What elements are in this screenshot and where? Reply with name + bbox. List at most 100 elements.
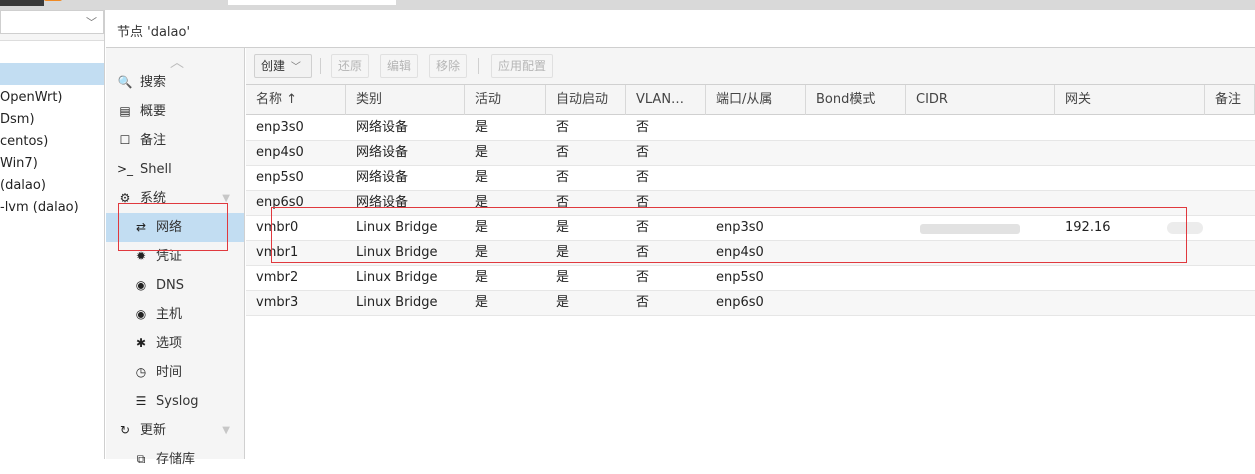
column-header[interactable]: Bond模式 xyxy=(806,85,906,115)
table-cell xyxy=(1205,266,1255,291)
table-cell: enp3s0 xyxy=(716,220,764,235)
table-cell: 是 xyxy=(475,220,489,235)
network-grid: 名称 ↑ 类别 活动 自动启动 VLAN… 端口/从属 Bond模式 CIDR 网关 备注 enp… xyxy=(246,85,1255,459)
table-cell xyxy=(906,166,1055,191)
nav-item[interactable]: ◉ 主机 xyxy=(106,300,244,329)
column-header[interactable]: 端口/从属 xyxy=(706,85,806,115)
table-cell xyxy=(806,166,906,191)
grid-header: 名称 ↑ 类别 活动 自动启动 VLAN… 端口/从属 Bond模式 CIDR 网关 备注 xyxy=(246,85,1255,115)
tree-row-selected[interactable] xyxy=(0,63,104,85)
table-cell: 否 xyxy=(636,270,650,285)
chevron-down-icon[interactable]: ▼ xyxy=(222,184,230,213)
chevron-down-icon[interactable]: ﹀ xyxy=(86,14,97,30)
nav-item-label: DNS xyxy=(156,278,184,293)
nav-item[interactable]: ⚙ 系统 ▼ xyxy=(106,184,244,213)
table-cell xyxy=(1205,191,1255,216)
table-row[interactable]: enp5s0 网络设备 是 否 否 xyxy=(246,166,1255,191)
table-cell: 否 xyxy=(636,295,650,310)
nav-item-label: 系统 xyxy=(140,191,167,206)
chevron-down-icon[interactable]: ▼ xyxy=(222,416,230,445)
table-row[interactable]: enp6s0 网络设备 是 否 否 xyxy=(246,191,1255,216)
nav-item-label: 凭证 xyxy=(156,249,183,264)
cogs-icon: ⚙ xyxy=(119,191,131,205)
table-cell: enp6s0 xyxy=(716,295,764,310)
nav-item[interactable]: ✱ 选项 xyxy=(106,329,244,358)
table-cell: 是 xyxy=(475,195,489,210)
table-cell xyxy=(806,241,906,266)
table-cell: 网络设备 xyxy=(356,120,409,135)
globe-icon: ◉ xyxy=(135,278,147,292)
nav-item[interactable]: ▤ 概要 xyxy=(106,97,244,126)
table-cell: 是 xyxy=(556,245,570,260)
tree-row[interactable]: -lvm (dalao) xyxy=(0,197,104,219)
table-cell xyxy=(806,266,906,291)
column-header[interactable]: 名称 ↑ xyxy=(246,85,346,115)
table-cell: 是 xyxy=(475,170,489,185)
nav-item[interactable]: ◷ 时间 xyxy=(106,358,244,387)
table-row[interactable]: enp3s0 网络设备 是 否 否 xyxy=(246,116,1255,141)
nav-item[interactable]: 🔍 搜索 xyxy=(106,68,244,97)
column-header[interactable]: CIDR xyxy=(906,85,1055,115)
nav-item[interactable]: >_ Shell xyxy=(106,155,244,184)
nav-item[interactable]: ✹ 凭证 xyxy=(106,242,244,271)
nav-item-label: 概要 xyxy=(140,104,167,119)
table-cell xyxy=(806,191,906,216)
redacted-cidr xyxy=(920,224,1020,234)
table-row[interactable]: vmbr1 Linux Bridge 是 是 否 enp4s0 xyxy=(246,241,1255,266)
top-bar xyxy=(0,0,1255,10)
tree-row[interactable]: centos) xyxy=(0,131,104,153)
table-cell xyxy=(806,291,906,316)
column-header[interactable]: 网关 xyxy=(1055,85,1205,115)
nav-item-label: Shell xyxy=(140,162,172,177)
view-selector[interactable]: ﹀ xyxy=(0,10,104,34)
table-cell: 否 xyxy=(636,120,650,135)
table-cell xyxy=(806,141,906,166)
redacted-gateway xyxy=(1167,222,1203,234)
list-icon: ☰ xyxy=(135,394,147,408)
table-cell: 否 xyxy=(556,170,570,185)
note-icon: ☐ xyxy=(119,133,131,147)
nav-item[interactable]: ⧉ 存储库 xyxy=(106,445,244,474)
nav-item[interactable]: ↻ 更新 ▼ xyxy=(106,416,244,445)
nav-item[interactable]: ◉ DNS xyxy=(106,271,244,300)
edit-button[interactable]: 编辑 xyxy=(380,54,419,78)
nav-item[interactable]: ☰ Syslog xyxy=(106,387,244,416)
table-row[interactable]: vmbr2 Linux Bridge 是 是 否 enp5s0 xyxy=(246,266,1255,291)
table-cell xyxy=(806,116,906,141)
table-cell xyxy=(1205,116,1255,141)
toolbar-separator xyxy=(478,58,479,74)
tree-row[interactable]: (dalao) xyxy=(0,175,104,197)
table-row[interactable]: enp4s0 网络设备 是 否 否 xyxy=(246,141,1255,166)
table-cell xyxy=(806,216,906,241)
table-cell: Linux Bridge xyxy=(356,270,438,285)
tree-row[interactable]: OpenWrt) xyxy=(0,87,104,109)
tree-row[interactable]: Win7) xyxy=(0,153,104,175)
nav-item[interactable]: ⇄ 网络 xyxy=(106,213,244,242)
create-button-label: 创建 xyxy=(261,59,286,73)
column-header[interactable]: VLAN… xyxy=(626,85,706,115)
table-cell: enp6s0 xyxy=(256,195,304,210)
table-cell xyxy=(906,241,1055,266)
table-row[interactable]: vmbr3 Linux Bridge 是 是 否 enp6s0 xyxy=(246,291,1255,316)
table-cell: 是 xyxy=(475,120,489,135)
table-cell xyxy=(906,116,1055,141)
table-cell: vmbr0 xyxy=(256,220,299,235)
remove-button[interactable]: 移除 xyxy=(429,54,468,78)
table-row[interactable]: vmbr0 Linux Bridge 是 是 否 enp3s0 192.16 xyxy=(246,216,1255,241)
column-header[interactable]: 自动启动 xyxy=(546,85,626,115)
column-header[interactable]: 类别 xyxy=(346,85,465,115)
table-cell xyxy=(706,141,806,166)
create-button[interactable]: 创建 ﹀ xyxy=(254,54,312,78)
column-header[interactable]: 活动 xyxy=(465,85,546,115)
apply-config-button[interactable]: 应用配置 xyxy=(491,54,554,78)
gear-icon: ✱ xyxy=(135,336,147,350)
tree-row[interactable]: Dsm) xyxy=(0,109,104,131)
table-cell: 是 xyxy=(556,270,570,285)
column-header[interactable]: 备注 xyxy=(1205,85,1255,115)
top-search-box[interactable] xyxy=(228,0,396,5)
table-cell: 否 xyxy=(556,145,570,160)
table-cell: 否 xyxy=(636,245,650,260)
revert-button[interactable]: 还原 xyxy=(331,54,370,78)
nav-item-label: 备注 xyxy=(140,133,167,148)
nav-item[interactable]: ☐ 备注 xyxy=(106,126,244,155)
